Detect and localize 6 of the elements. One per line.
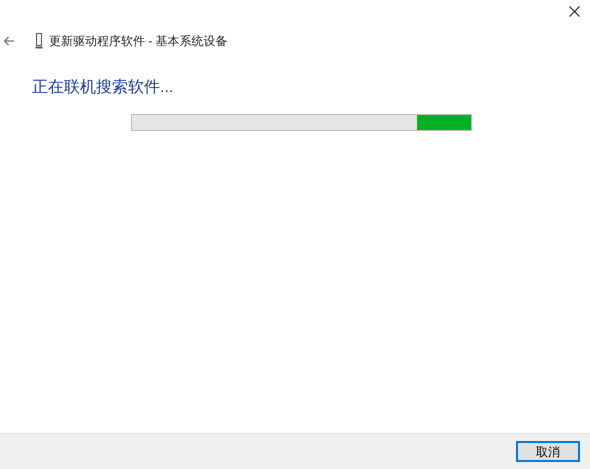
cancel-button[interactable]: 取消 — [516, 441, 580, 462]
back-arrow-icon[interactable] — [3, 36, 15, 46]
status-heading: 正在联机搜索软件... — [32, 79, 174, 96]
close-icon[interactable] — [569, 6, 580, 17]
device-icon — [35, 33, 43, 49]
window-title: 更新驱动程序软件 - 基本系统设备 — [49, 33, 228, 50]
